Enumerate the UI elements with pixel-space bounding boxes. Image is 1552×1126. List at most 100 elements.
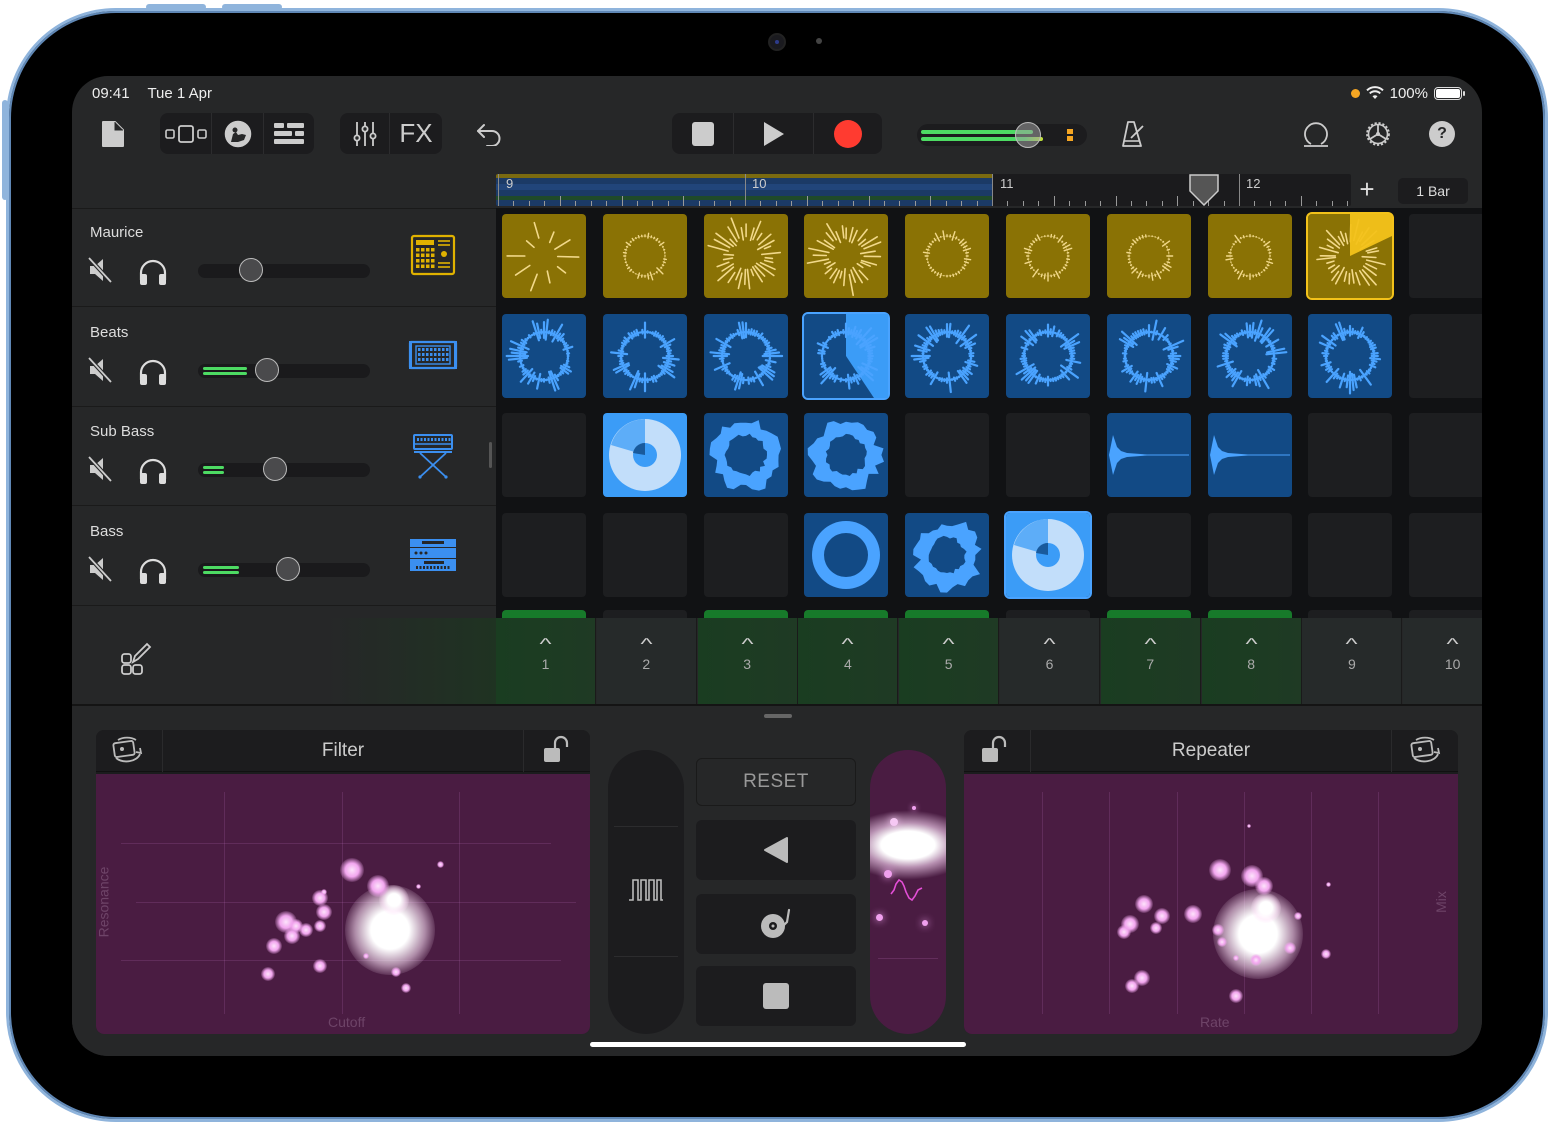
loop-cell[interactable] xyxy=(602,610,687,618)
loop-cell[interactable] xyxy=(1006,610,1090,618)
mixer-button[interactable] xyxy=(340,113,390,154)
undo-button[interactable] xyxy=(470,112,508,156)
unlock-icon[interactable] xyxy=(974,734,1018,768)
gate-slider[interactable] xyxy=(608,750,684,1034)
track-volume-slider[interactable] xyxy=(198,556,370,581)
empty-cell[interactable] xyxy=(1409,413,1482,498)
effect-swap-icon[interactable] xyxy=(1404,734,1448,768)
loop-cell[interactable] xyxy=(1306,212,1395,300)
track-volume-slider[interactable] xyxy=(198,258,370,282)
drum-machine-icon[interactable] xyxy=(408,234,458,278)
column-trigger[interactable]: ^ 8 xyxy=(1201,618,1302,704)
playhead[interactable] xyxy=(1188,174,1220,206)
timeline-ruler[interactable]: 9 10 11 12 xyxy=(496,174,1351,206)
metronome-button[interactable] xyxy=(1114,112,1150,156)
tracks-view-button[interactable] xyxy=(264,113,314,154)
loop-cell[interactable] xyxy=(802,311,891,400)
column-trigger[interactable]: ^ 10 xyxy=(1403,618,1482,704)
my-songs-button[interactable] xyxy=(96,112,130,156)
loop-cell[interactable] xyxy=(703,610,788,618)
loop-cell[interactable] xyxy=(1106,214,1191,298)
loop-cell[interactable] xyxy=(804,610,889,618)
settings-button[interactable] xyxy=(1360,112,1396,156)
loop-cell[interactable] xyxy=(502,214,586,298)
loop-cell[interactable] xyxy=(1106,313,1191,398)
column-trigger[interactable]: ^ 4 xyxy=(798,618,899,704)
loop-cell[interactable] xyxy=(1006,214,1090,298)
loop-cell[interactable] xyxy=(1106,413,1191,498)
empty-cell[interactable] xyxy=(1409,214,1482,298)
panel-resize-handle[interactable] xyxy=(764,714,792,718)
volume-knob[interactable] xyxy=(238,258,263,282)
empty-cell[interactable] xyxy=(703,512,788,597)
loop-cell[interactable] xyxy=(1409,610,1482,618)
column-trigger[interactable]: ^ 5 xyxy=(899,618,1000,704)
loop-cell[interactable] xyxy=(703,413,788,498)
unlock-icon[interactable] xyxy=(536,734,580,768)
column-trigger[interactable]: ^ 1 xyxy=(496,618,596,704)
column-trigger[interactable]: ^ 2 xyxy=(596,618,697,704)
solo-button[interactable] xyxy=(138,557,168,585)
loop-cell[interactable] xyxy=(1308,610,1393,618)
loop-cell[interactable] xyxy=(1207,313,1292,398)
mute-button[interactable] xyxy=(87,455,113,483)
stop-button[interactable] xyxy=(672,113,734,154)
track-header[interactable]: Beats xyxy=(72,308,496,407)
mute-button[interactable] xyxy=(87,555,113,583)
tape-stop-button[interactable] xyxy=(696,966,856,1026)
reset-button[interactable]: RESET xyxy=(696,758,856,806)
solo-button[interactable] xyxy=(138,358,168,386)
track-header[interactable]: Bass xyxy=(72,507,496,606)
loop-cell[interactable] xyxy=(905,512,990,597)
mute-button[interactable] xyxy=(87,356,113,384)
empty-cell[interactable] xyxy=(1409,512,1482,597)
solo-button[interactable] xyxy=(138,457,168,485)
loop-cell[interactable] xyxy=(905,610,990,618)
loop-cell[interactable] xyxy=(1308,313,1393,398)
grid-edit-icon[interactable] xyxy=(120,642,152,676)
empty-cell[interactable] xyxy=(1106,512,1191,597)
column-trigger[interactable]: ^ 3 xyxy=(697,618,798,704)
track-header[interactable]: Maurice xyxy=(72,208,496,307)
beat-sequencer-icon[interactable] xyxy=(408,334,458,378)
track-header[interactable]: Sub Bass xyxy=(72,407,496,506)
volume-knob[interactable] xyxy=(275,556,300,581)
loop-cell[interactable] xyxy=(1207,610,1292,618)
help-button[interactable]: ? xyxy=(1424,112,1460,156)
track-list-scrollbar[interactable] xyxy=(489,442,492,468)
scratch-button[interactable] xyxy=(696,894,856,954)
loop-cell[interactable] xyxy=(905,214,990,298)
loop-cell[interactable] xyxy=(602,313,687,398)
record-button[interactable] xyxy=(814,113,882,154)
empty-cell[interactable] xyxy=(1006,413,1090,498)
loop-cell[interactable] xyxy=(1207,413,1292,498)
master-volume-slider[interactable] xyxy=(917,122,1087,148)
reverse-button[interactable] xyxy=(696,820,856,880)
column-trigger[interactable]: ^ 9 xyxy=(1302,618,1403,704)
loop-cell[interactable] xyxy=(804,413,889,498)
empty-cell[interactable] xyxy=(1409,313,1482,398)
empty-cell[interactable] xyxy=(1207,512,1292,597)
loop-cell[interactable] xyxy=(502,610,586,618)
add-section-button[interactable]: + xyxy=(1352,174,1382,206)
empty-cell[interactable] xyxy=(502,512,586,597)
loop-cell[interactable] xyxy=(905,313,990,398)
keyboard-stand-icon[interactable] xyxy=(408,433,458,479)
effect-swap-icon[interactable] xyxy=(106,734,150,768)
empty-cell[interactable] xyxy=(1308,512,1393,597)
empty-cell[interactable] xyxy=(602,512,687,597)
volume-knob[interactable] xyxy=(254,357,279,382)
loop-browser-button[interactable] xyxy=(1298,112,1334,156)
loop-cell[interactable] xyxy=(602,214,687,298)
track-volume-slider[interactable] xyxy=(198,457,370,481)
column-trigger[interactable]: ^ 6 xyxy=(1000,618,1100,704)
empty-cell[interactable] xyxy=(1308,413,1393,498)
loop-cell[interactable] xyxy=(502,313,586,398)
loop-cell[interactable] xyxy=(804,512,889,597)
play-button[interactable] xyxy=(734,113,814,154)
loop-cell[interactable] xyxy=(1004,510,1092,599)
volume-knob[interactable] xyxy=(262,457,287,481)
empty-cell[interactable] xyxy=(502,413,586,498)
live-loops-view-button[interactable] xyxy=(160,113,212,154)
loop-cell[interactable] xyxy=(1106,610,1191,618)
